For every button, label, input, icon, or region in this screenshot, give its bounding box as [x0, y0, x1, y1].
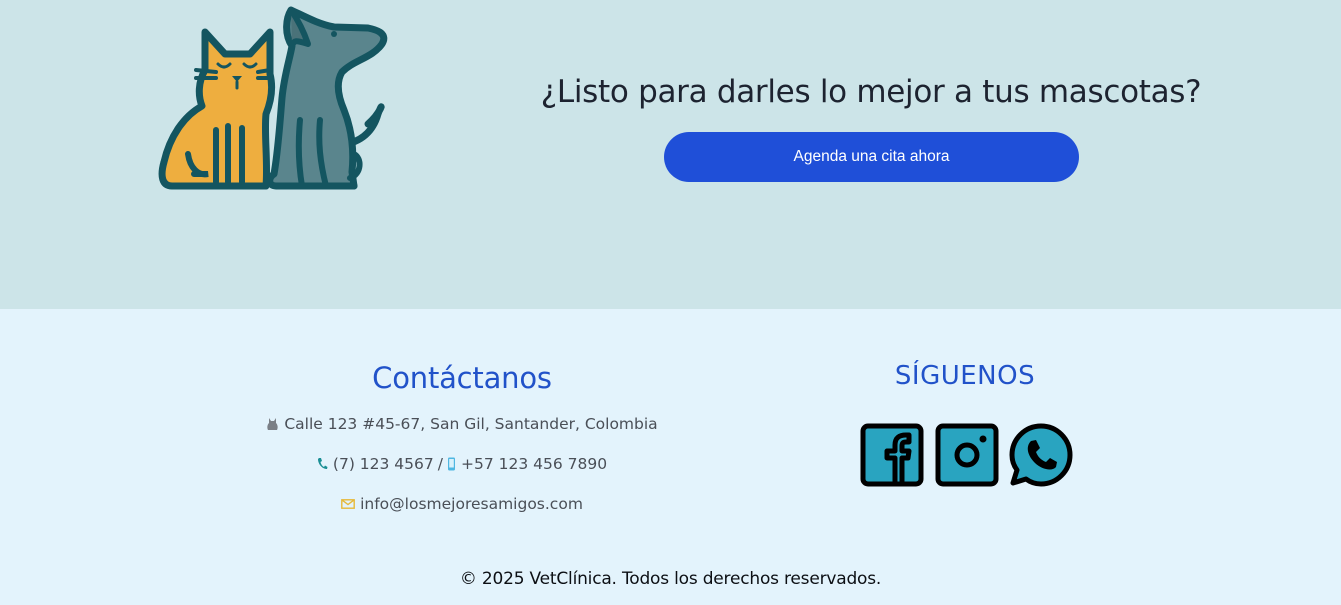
social-links [859, 422, 1074, 488]
address-text: Calle 123 #45-67, San Gil, Santander, Co… [284, 415, 658, 433]
cta-title: ¿Listo para darles lo mejor a tus mascot… [540, 74, 1202, 110]
phone-text[interactable]: (7) 123 4567 [333, 455, 434, 473]
cta-section: ¿Listo para darles lo mejor a tus mascot… [0, 0, 1341, 309]
contact-title: Contáctanos [372, 361, 552, 395]
whatsapp-icon[interactable] [1008, 422, 1074, 488]
copyright-text: © 2025 VetClínica. Todos los derechos re… [459, 569, 882, 589]
mobile-phone-icon [447, 457, 455, 470]
book-appointment-button[interactable]: Agenda una cita ahora [664, 132, 1079, 182]
cat-and-dog-illustration [158, 6, 388, 190]
email-text[interactable]: info@losmejoresamigos.com [360, 495, 583, 513]
mobile-text[interactable]: +57 123 456 7890 [461, 455, 607, 473]
cat-icon [158, 28, 276, 190]
email-line: info@losmejoresamigos.com [222, 484, 702, 524]
instagram-icon[interactable] [934, 422, 1000, 488]
phone-icon [317, 458, 328, 469]
social-section: SÍGUENOS [815, 352, 1115, 487]
cat-icon [267, 417, 278, 430]
social-title: SÍGUENOS [894, 361, 1036, 391]
page: ¿Listo para darles lo mejor a tus mascot… [0, 0, 1341, 605]
address-line: Calle 123 #45-67, San Gil, Santander, Co… [222, 404, 702, 444]
envelope-icon [341, 498, 355, 509]
phone-separator: / [437, 455, 443, 473]
contact-section: Contáctanos Calle 123 #45-67, San Gil, S… [222, 352, 702, 524]
dog-icon [266, 6, 388, 190]
facebook-icon[interactable] [859, 422, 925, 488]
phone-line: (7) 123 4567/ +57 123 456 7890 [222, 444, 702, 484]
